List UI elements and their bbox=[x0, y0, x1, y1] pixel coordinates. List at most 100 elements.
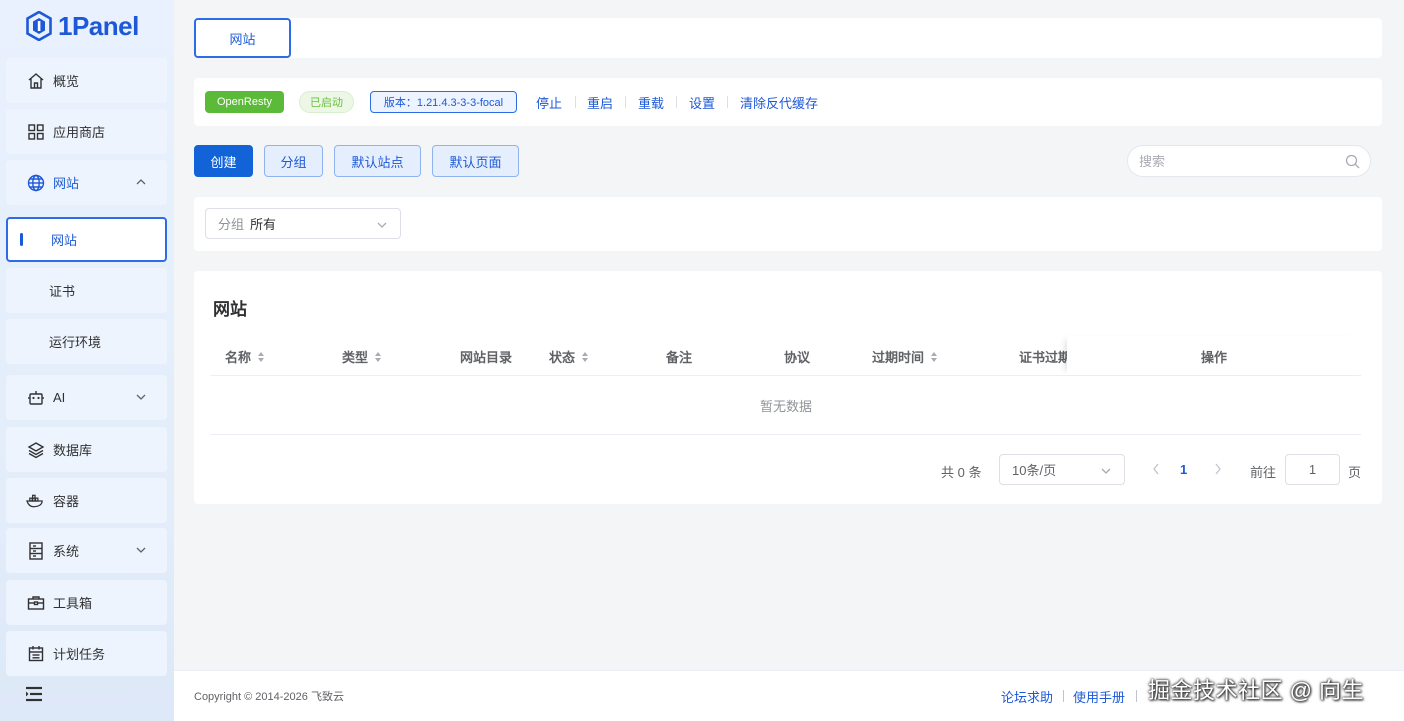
chevron-up-icon bbox=[136, 179, 146, 185]
user-manual-link[interactable]: 使用手册 bbox=[1073, 687, 1125, 706]
default-page-button[interactable]: 默认页面 bbox=[432, 145, 519, 177]
sidebar-subitem-certificates[interactable]: 证书 bbox=[6, 268, 167, 313]
column-label: 名称 bbox=[225, 350, 252, 365]
sidebar-item-label: 应用商店 bbox=[53, 125, 106, 140]
column-label: 类型 bbox=[342, 350, 369, 365]
sidebar-item-label: 运行环境 bbox=[49, 335, 102, 350]
column-label: 操作 bbox=[1201, 350, 1228, 365]
chevron-down-icon bbox=[1101, 468, 1111, 474]
forum-help-link[interactable]: 论坛求助 bbox=[1001, 687, 1053, 706]
docker-icon bbox=[26, 491, 45, 510]
goto-page-input[interactable] bbox=[1285, 454, 1340, 485]
apps-grid-icon bbox=[26, 122, 45, 141]
search-input[interactable] bbox=[1139, 153, 1339, 169]
column-status[interactable]: 状态 bbox=[549, 347, 589, 366]
sidebar-item-overview[interactable]: 概览 bbox=[6, 58, 167, 103]
logo-hexagon-icon bbox=[26, 11, 52, 41]
column-protocol: 协议 bbox=[784, 347, 810, 366]
tab-websites[interactable]: 网站 bbox=[194, 18, 291, 58]
sidebar-item-cron[interactable]: 计划任务 bbox=[6, 631, 167, 676]
robot-icon bbox=[26, 388, 45, 407]
sidebar-subitem-websites[interactable]: 网站 bbox=[6, 217, 167, 262]
prev-page-icon[interactable] bbox=[1151, 462, 1161, 476]
app-root: 1Panel 概览 应用商店 网站 网站 证书 运行环境 AI 数据库 容器 系… bbox=[0, 0, 1404, 721]
group-filter-value: 所有 bbox=[250, 217, 277, 232]
column-label: 网站目录 bbox=[460, 350, 513, 365]
logo[interactable]: 1Panel bbox=[26, 9, 139, 43]
column-cert-expire: 证书过期 bbox=[1019, 350, 1067, 365]
sidebar-item-label: 工具箱 bbox=[53, 596, 93, 611]
sort-icon bbox=[931, 351, 938, 362]
divider bbox=[1063, 690, 1064, 702]
chevron-down-icon bbox=[136, 547, 146, 553]
table-title: 网站 bbox=[213, 300, 247, 319]
sort-icon bbox=[375, 351, 382, 362]
toolbox-icon bbox=[26, 593, 45, 612]
column-name[interactable]: 名称 bbox=[225, 347, 265, 366]
create-button[interactable]: 创建 bbox=[194, 145, 253, 177]
tab-bar bbox=[194, 18, 1382, 58]
group-filter-select[interactable]: 分组 所有 bbox=[205, 208, 401, 239]
collapse-menu-icon[interactable] bbox=[24, 685, 44, 703]
brand-name: 1Panel bbox=[58, 10, 139, 41]
app-name-tag: OpenResty bbox=[205, 91, 284, 113]
column-site-dir: 网站目录 bbox=[460, 347, 512, 366]
column-label: 状态 bbox=[549, 350, 576, 365]
sidebar-item-app-store[interactable]: 应用商店 bbox=[6, 109, 167, 154]
sidebar-item-ai[interactable]: AI bbox=[6, 375, 167, 420]
search-box bbox=[1127, 145, 1371, 177]
column-label: 备注 bbox=[666, 350, 693, 365]
reload-link[interactable]: 重载 bbox=[638, 93, 664, 112]
column-label: 过期时间 bbox=[872, 350, 925, 365]
divider bbox=[575, 96, 576, 108]
sidebar-item-websites[interactable]: 网站 bbox=[6, 160, 167, 205]
sidebar-item-label: 网站 bbox=[51, 233, 78, 248]
default-site-button[interactable]: 默认站点 bbox=[334, 145, 421, 177]
layers-icon bbox=[26, 440, 45, 459]
watermark: 掘金技术社区 @ 向生 bbox=[1148, 678, 1365, 703]
column-operations: 操作 bbox=[1067, 336, 1361, 375]
chevron-down-icon bbox=[377, 222, 387, 228]
sidebar-item-database[interactable]: 数据库 bbox=[6, 427, 167, 472]
sidebar-item-label: 网站 bbox=[53, 176, 80, 191]
server-icon bbox=[26, 541, 45, 560]
restart-link[interactable]: 重启 bbox=[587, 93, 613, 112]
active-indicator bbox=[20, 233, 23, 246]
divider bbox=[625, 96, 626, 108]
group-button[interactable]: 分组 bbox=[264, 145, 323, 177]
column-expire-time[interactable]: 过期时间 bbox=[872, 347, 938, 366]
table-header: 名称 类型 网站目录 状态 备注 协议 过期时间 证书过期 操作 bbox=[211, 336, 1361, 376]
column-label: 协议 bbox=[784, 350, 811, 365]
settings-link[interactable]: 设置 bbox=[689, 93, 715, 112]
sidebar-item-containers[interactable]: 容器 bbox=[6, 478, 167, 523]
page-size-select[interactable]: 10条/页 bbox=[999, 454, 1125, 485]
copyright: Copyright © 2014-2026 飞致云 bbox=[194, 691, 344, 703]
pagination-total: 共 0 条 bbox=[941, 465, 982, 480]
next-page-icon[interactable] bbox=[1213, 462, 1223, 476]
search-icon[interactable] bbox=[1345, 154, 1360, 169]
sort-icon bbox=[258, 351, 265, 362]
sidebar-item-label: 计划任务 bbox=[53, 647, 106, 662]
column-type[interactable]: 类型 bbox=[342, 347, 382, 366]
group-filter-prefix: 分组 bbox=[218, 217, 245, 232]
goto-label: 前往 bbox=[1250, 465, 1277, 480]
sidebar-subitem-runtime[interactable]: 运行环境 bbox=[6, 319, 167, 364]
sidebar-item-toolbox[interactable]: 工具箱 bbox=[6, 580, 167, 625]
sort-icon bbox=[582, 351, 589, 362]
clear-proxy-cache-link[interactable]: 清除反代缓存 bbox=[740, 93, 818, 112]
sidebar-item-system[interactable]: 系统 bbox=[6, 528, 167, 573]
divider bbox=[1136, 690, 1137, 702]
page-suffix: 页 bbox=[1348, 465, 1362, 480]
empty-state: 暂无数据 bbox=[211, 376, 1361, 435]
version-tag: 版本：1.21.4.3-3-3-focal bbox=[370, 91, 517, 113]
stop-link[interactable]: 停止 bbox=[536, 93, 562, 112]
sidebar-item-label: 容器 bbox=[53, 494, 80, 509]
current-page-number[interactable]: 1 bbox=[1180, 462, 1187, 477]
status-badge: 已启动 bbox=[299, 91, 354, 113]
column-remark: 备注 bbox=[666, 347, 692, 366]
calendar-icon bbox=[26, 644, 45, 663]
page-size-value: 10条/页 bbox=[1012, 463, 1057, 478]
chevron-down-icon bbox=[136, 394, 146, 400]
divider bbox=[676, 96, 677, 108]
sidebar-item-label: 概览 bbox=[53, 74, 80, 89]
